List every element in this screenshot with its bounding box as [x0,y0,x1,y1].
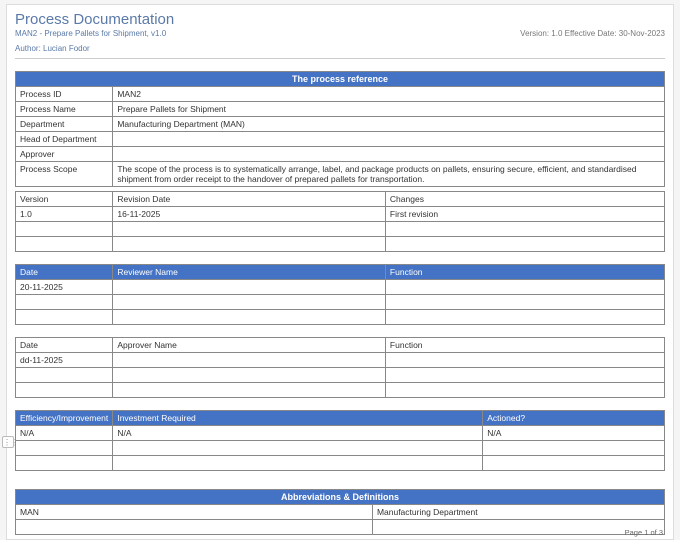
ref-value: The scope of the process is to systemati… [113,162,665,187]
ref-label: Process ID [16,87,113,102]
ref-value: Manufacturing Department (MAN) [113,117,665,132]
table-row: Process IDMAN2 [16,87,665,102]
author-line: Author: Lucian Fodor [15,44,90,53]
col-header: Changes [385,192,664,207]
table-row [16,310,665,325]
col-header: Function [385,265,664,280]
table-row [16,237,665,252]
table-row: 20-11-2025 [16,280,665,295]
version-effective-line: Version: 1.0 Effective Date: 30-Nov-2023 [520,29,665,38]
page-footer: Page 1 of 3 [625,528,663,537]
table-row: Process NamePrepare Pallets for Shipment [16,102,665,117]
table-row [16,441,665,456]
table-row [16,520,665,535]
ref-label: Approver [16,147,113,162]
ref-value: MAN2 [113,87,665,102]
col-header: Actioned? [483,411,665,426]
ref-value: Prepare Pallets for Shipment [113,102,665,117]
table-row: Process ScopeThe scope of the process is… [16,162,665,187]
table-row: Head of Department [16,132,665,147]
process-reference-header: The process reference [16,72,665,87]
table-row: Approver [16,147,665,162]
col-header: Function [385,338,664,353]
col-header: Date [16,265,113,280]
table-row: MANManufacturing Department [16,505,665,520]
table-row: 1.016-11-2025First revision [16,207,665,222]
ref-label: Department [16,117,113,132]
col-header: Investment Required [113,411,483,426]
col-header: Version [16,192,113,207]
col-header: Efficiency/Improvement [16,411,113,426]
col-header: Revision Date [113,192,386,207]
table-row [16,383,665,398]
ref-value [113,132,665,147]
header-divider [15,58,665,59]
ref-value [113,147,665,162]
table-row: dd-11-2025 [16,353,665,368]
approvers-table: Date Approver Name Function dd-11-2025 [15,337,665,398]
document-page: Process Documentation MAN2 - Prepare Pal… [6,4,674,540]
abbreviations-table: Abbreviations & Definitions MANManufactu… [15,489,665,535]
anchor-handle-icon[interactable]: ⋮⋮ [2,436,14,448]
table-row [16,368,665,383]
ref-label: Process Name [16,102,113,117]
reviewers-table: Date Reviewer Name Function 20-11-2025 [15,264,665,325]
table-row: DepartmentManufacturing Department (MAN) [16,117,665,132]
table-row [16,456,665,471]
col-header: Date [16,338,113,353]
efficiency-table: Efficiency/Improvement Investment Requir… [15,410,665,471]
process-reference-table: The process reference Process IDMAN2 Pro… [15,71,665,187]
page-title: Process Documentation [15,11,665,28]
ref-label: Process Scope [16,162,113,187]
col-header: Reviewer Name [113,265,386,280]
abbreviations-header: Abbreviations & Definitions [16,490,665,505]
table-row [16,295,665,310]
ref-label: Head of Department [16,132,113,147]
table-row: N/AN/AN/A [16,426,665,441]
table-row [16,222,665,237]
col-header: Approver Name [113,338,386,353]
versions-table: Version Revision Date Changes 1.016-11-2… [15,191,665,252]
